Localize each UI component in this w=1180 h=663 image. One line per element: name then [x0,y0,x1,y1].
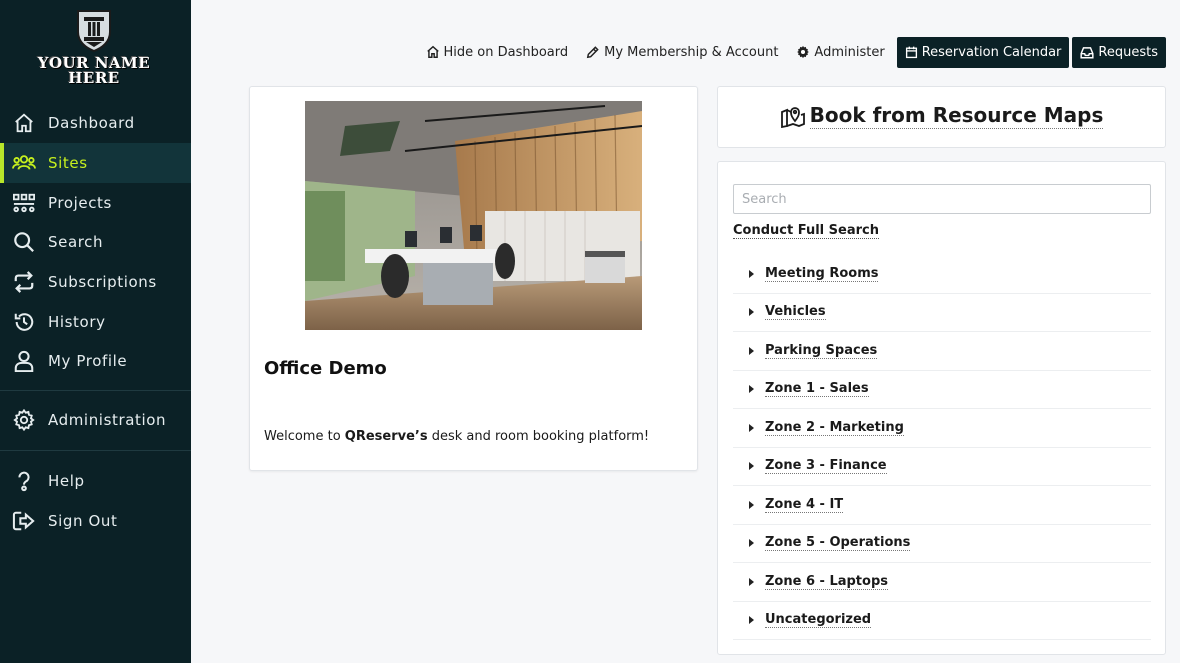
resource-category-list: Meeting Rooms Vehicles Parking Spaces Zo… [733,255,1151,640]
sidebar-item-label: Dashboard [48,114,135,132]
caret-right-icon [749,269,754,278]
sidebar-item-sign-out[interactable]: Sign Out [0,501,191,541]
inbox-icon [1080,46,1094,59]
map-pin-icon [780,104,806,128]
sidebar-divider [0,450,191,451]
requests-label: Requests [1098,44,1158,60]
calendar-icon [905,45,918,59]
book-from-resource-maps-label: Book from Resource Maps [809,103,1104,129]
list-item[interactable]: Zone 1 - Sales [733,371,1151,409]
caret-right-icon [749,385,754,394]
site-photo [305,101,642,330]
list-item[interactable]: Zone 3 - Finance [733,448,1151,486]
site-card: Office Demo Welcome to QReserve’s desk a… [249,86,698,471]
history-icon [12,310,36,334]
sign-out-icon [12,509,36,533]
membership-account-label: My Membership & Account [604,44,779,60]
logo-text-line2: HERE [68,69,120,87]
sidebar: YOUR NAME HERE Dashboard Sites Projects … [0,0,191,663]
brand-name: QReserve’s [344,429,428,444]
top-toolbar: Hide on Dashboard My Membership & Accoun… [408,36,1166,68]
resources-card: Conduct Full Search Meeting Rooms Vehicl… [717,161,1166,655]
sidebar-item-search[interactable]: Search [0,222,191,262]
sidebar-item-label: Projects [48,194,112,212]
conduct-full-search-link[interactable]: Conduct Full Search [733,223,879,239]
sidebar-item-my-profile[interactable]: My Profile [0,341,191,381]
caret-right-icon [749,308,754,317]
list-item[interactable]: Zone 6 - Laptops [733,563,1151,602]
resource-search-input[interactable] [733,184,1151,214]
repeat-icon [12,270,36,294]
project-grid-icon [12,191,36,215]
sidebar-item-label: Sites [48,154,88,172]
hide-on-dashboard-label: Hide on Dashboard [443,44,569,60]
sidebar-item-label: History [48,313,106,331]
list-item[interactable]: Uncategorized [733,602,1151,640]
home-icon [12,111,36,135]
sidebar-item-subscriptions[interactable]: Subscriptions [0,262,191,302]
caret-right-icon [749,577,754,586]
hide-on-dashboard-link[interactable]: Hide on Dashboard [426,37,569,67]
caret-right-icon [749,346,754,355]
gear-icon [796,45,810,59]
site-title: Office Demo [264,358,387,379]
sidebar-item-projects[interactable]: Projects [0,183,191,223]
list-item[interactable]: Meeting Rooms [733,255,1151,294]
caret-right-icon [749,539,754,548]
administer-label: Administer [814,44,885,60]
resource-maps-card: Book from Resource Maps [717,86,1166,148]
sidebar-item-label: Search [48,233,104,251]
reservation-calendar-label: Reservation Calendar [921,44,1062,60]
caret-right-icon [749,423,754,432]
pencil-icon [586,45,600,59]
membership-account-link[interactable]: My Membership & Account [586,37,778,67]
list-item[interactable]: Zone 4 - IT [733,486,1151,525]
caret-right-icon [749,500,754,509]
sidebar-item-label: My Profile [48,352,128,370]
brand-logo[interactable]: YOUR NAME HERE [24,8,164,90]
list-item[interactable]: Vehicles [733,294,1151,332]
list-item[interactable]: Zone 5 - Operations [733,525,1151,563]
users-icon [12,151,36,175]
reservation-calendar-button[interactable]: Reservation Calendar [896,36,1070,68]
search-icon [12,230,36,254]
crest-icon [77,10,111,52]
sidebar-item-label: Subscriptions [48,273,157,291]
user-icon [12,349,36,373]
sidebar-item-sites[interactable]: Sites [0,143,191,183]
list-item[interactable]: Parking Spaces [733,332,1151,371]
list-item[interactable]: Zone 2 - Marketing [733,409,1151,448]
site-description: Welcome to QReserve’s desk and room book… [264,429,650,444]
gear-icon [12,408,36,432]
sidebar-item-label: Administration [48,411,167,429]
caret-right-icon [749,616,754,625]
requests-button[interactable]: Requests [1072,36,1166,68]
home-icon [426,45,440,59]
book-from-resource-maps-link[interactable]: Book from Resource Maps [718,103,1165,129]
sidebar-divider [0,390,191,391]
sidebar-item-label: Help [48,472,85,490]
caret-right-icon [749,462,754,471]
sidebar-item-label: Sign Out [48,512,118,530]
help-icon [12,469,36,493]
sidebar-item-help[interactable]: Help [0,461,191,501]
sidebar-item-administration[interactable]: Administration [0,400,191,440]
sidebar-item-dashboard[interactable]: Dashboard [0,103,191,143]
sidebar-item-history[interactable]: History [0,302,191,342]
administer-link[interactable]: Administer [796,37,885,67]
